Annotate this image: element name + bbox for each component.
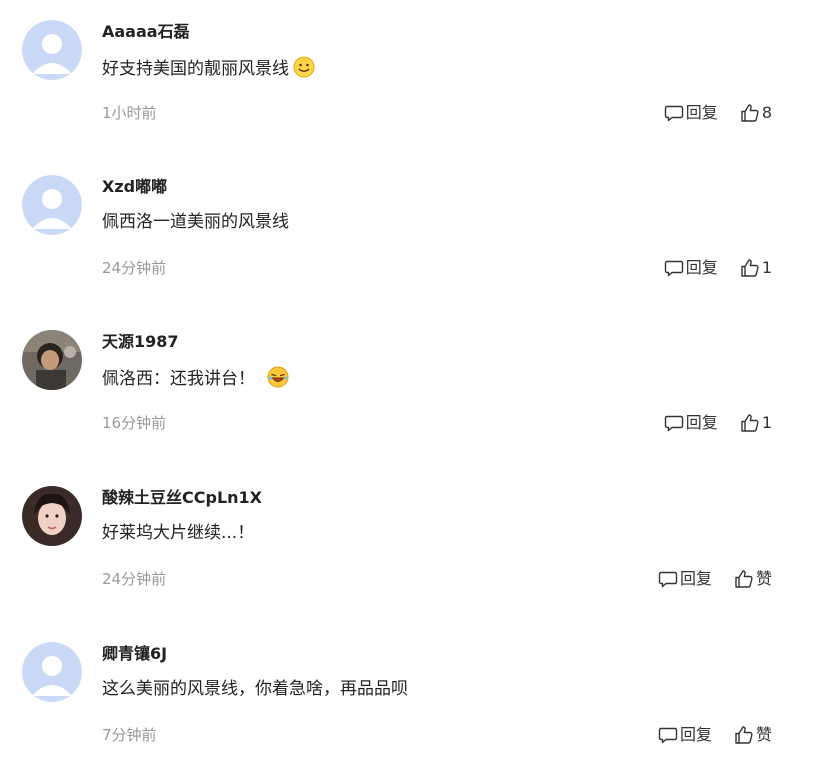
comment-actions: 回复 赞 (658, 567, 772, 591)
comment-text-body: 好莱坞大片继续...！ (102, 523, 255, 543)
default-avatar-icon (22, 175, 82, 235)
like-count: 1 (761, 258, 772, 277)
username[interactable]: 酸辣土豆丝CCpLn1X (102, 488, 262, 508)
avatar[interactable] (22, 642, 82, 702)
comment-actions: 回复 1 (664, 256, 772, 280)
username[interactable]: 天源1987 (102, 332, 179, 352)
reply-label: 回复 (685, 413, 718, 432)
like-label: 赞 (755, 569, 772, 588)
comment-actions: 回复 赞 (658, 723, 772, 747)
reply-label: 回复 (685, 103, 718, 122)
like-count: 1 (761, 413, 772, 432)
comment-text-body: 好支持美国的靓丽风景线 (102, 59, 289, 79)
comment-actions: 回复 1 (664, 411, 772, 435)
thumbs-up-icon (741, 104, 759, 122)
comment-text: 佩西洛一道美丽的风景线 (102, 211, 289, 233)
timestamp: 16分钟前 (102, 414, 167, 432)
reply-button[interactable]: 回复 (664, 413, 718, 433)
thumbs-up-icon (741, 414, 759, 432)
user-photo-icon (22, 330, 82, 390)
smile-emoji-icon (293, 56, 315, 84)
thumbs-up-icon (735, 726, 753, 744)
reply-label: 回复 (679, 725, 712, 744)
like-button[interactable]: 赞 (734, 725, 772, 745)
comment-text-body: 这么美丽的风景线，你着急啥，再品品呗 (102, 679, 408, 699)
reply-button[interactable]: 回复 (658, 725, 712, 745)
comment-bubble-icon (664, 260, 683, 277)
comment-bubble-icon (664, 105, 683, 122)
avatar[interactable] (22, 175, 82, 235)
comment-text-body: 佩西洛一道美丽的风景线 (102, 212, 289, 232)
reply-button[interactable]: 回复 (664, 103, 718, 123)
comment-item: Aaaaa石磊 好支持美国的靓丽风景线 1小时前 回复 8 (0, 20, 813, 170)
username[interactable]: Xzd嘟嘟 (102, 177, 167, 197)
default-avatar-icon (22, 642, 82, 702)
comment-item: Xzd嘟嘟 佩西洛一道美丽的风景线 24分钟前 回复 1 (0, 175, 813, 325)
comment-text: 这么美丽的风景线，你着急啥，再品品呗 (102, 678, 408, 700)
timestamp: 24分钟前 (102, 259, 167, 277)
avatar[interactable] (22, 486, 82, 546)
comment-bubble-icon (658, 727, 678, 744)
reply-button[interactable]: 回复 (658, 569, 712, 589)
reply-button[interactable]: 回复 (664, 258, 718, 278)
username[interactable]: Aaaaa石磊 (102, 22, 190, 42)
username[interactable]: 卿青镶6J (102, 644, 167, 664)
comment-actions: 回复 8 (664, 101, 772, 125)
comment-bubble-icon (658, 571, 678, 588)
thumbs-up-icon (735, 570, 753, 588)
avatar[interactable] (22, 330, 82, 390)
comment-text: 好莱坞大片继续...！ (102, 522, 254, 544)
comment-bubble-icon (664, 415, 683, 432)
timestamp: 7分钟前 (102, 726, 157, 744)
like-count: 8 (761, 103, 772, 122)
comment-item: 酸辣土豆丝CCpLn1X 好莱坞大片继续...！ 24分钟前 回复 赞 (0, 486, 813, 636)
like-button[interactable]: 1 (740, 413, 772, 433)
like-button[interactable]: 8 (740, 103, 772, 123)
default-avatar-icon (22, 20, 82, 80)
avatar[interactable] (22, 20, 82, 80)
like-button[interactable]: 1 (740, 258, 772, 278)
comment-list: Aaaaa石磊 好支持美国的靓丽风景线 1小时前 回复 8 Xzd嘟嘟 佩西洛一… (0, 0, 813, 772)
comment-item: 天源1987 佩洛西：还我讲台！ 16分钟前 回复 1 (0, 330, 813, 480)
laugh-emoji-icon (267, 366, 289, 394)
comment-text: 佩洛西：还我讲台！ (102, 366, 289, 394)
like-button[interactable]: 赞 (734, 569, 772, 589)
thumbs-up-icon (741, 259, 759, 277)
like-label: 赞 (755, 725, 772, 744)
comment-text-body: 佩洛西：还我讲台！ (102, 369, 255, 389)
timestamp: 1小时前 (102, 104, 157, 122)
comment-item: 卿青镶6J 这么美丽的风景线，你着急啥，再品品呗 7分钟前 回复 赞 (0, 642, 813, 772)
reply-label: 回复 (685, 258, 718, 277)
user-photo-icon (22, 486, 82, 546)
reply-label: 回复 (679, 569, 712, 588)
comment-text: 好支持美国的靓丽风景线 (102, 56, 315, 84)
timestamp: 24分钟前 (102, 570, 167, 588)
